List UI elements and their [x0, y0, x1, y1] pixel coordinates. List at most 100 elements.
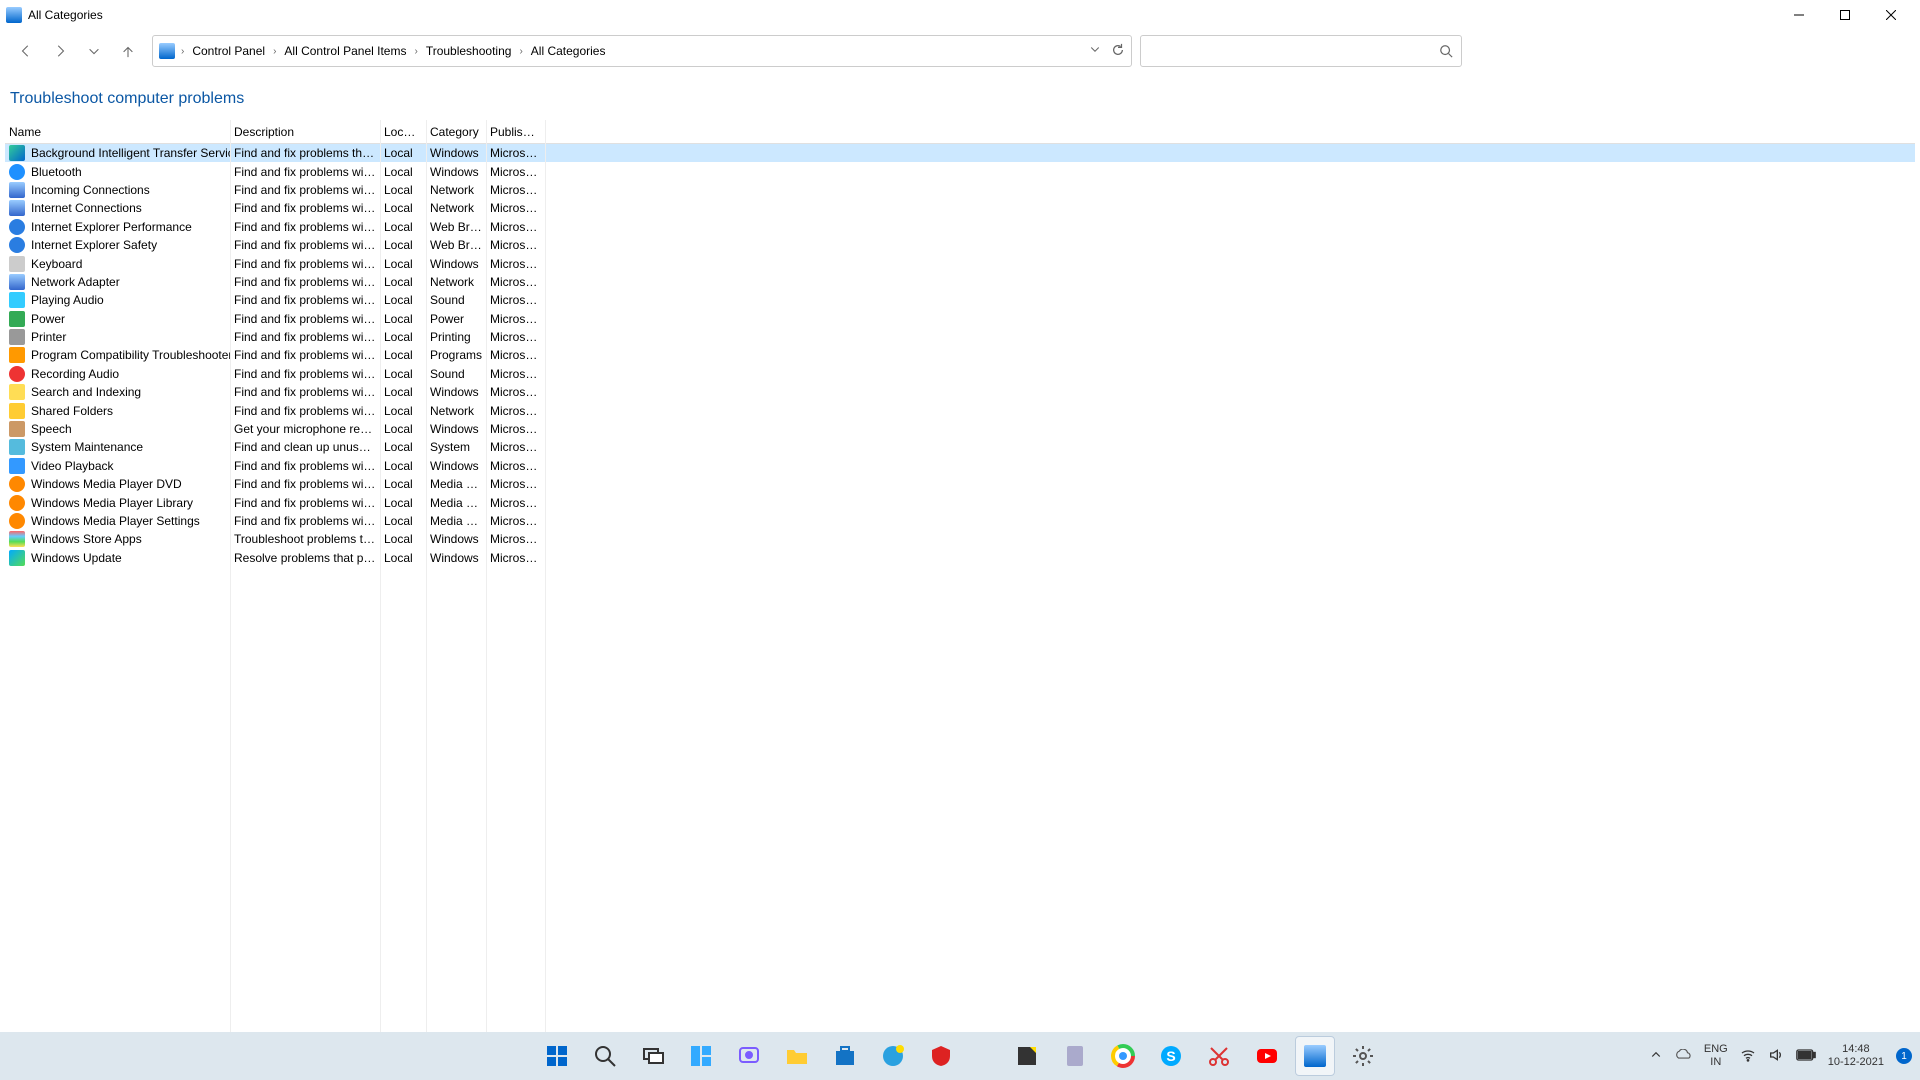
- column-header-category[interactable]: Category: [426, 125, 486, 139]
- row-location: Local: [380, 404, 426, 418]
- row-location: Local: [380, 238, 426, 252]
- chat-button[interactable]: [729, 1036, 769, 1076]
- mcafee-icon[interactable]: [921, 1036, 961, 1076]
- settings-icon[interactable]: [1343, 1036, 1383, 1076]
- clock[interactable]: 14:4810-12-2021: [1828, 1043, 1884, 1069]
- breadcrumb[interactable]: Troubleshooting: [424, 44, 514, 58]
- wifi-icon[interactable]: [1740, 1047, 1756, 1066]
- table-row[interactable]: Windows Media Player DVDFind and fix pro…: [5, 475, 1915, 493]
- table-row[interactable]: PowerFind and fix problems with...LocalP…: [5, 310, 1915, 328]
- table-row[interactable]: Program Compatibility TroubleshooterFind…: [5, 346, 1915, 364]
- table-row[interactable]: Shared FoldersFind and fix problems with…: [5, 401, 1915, 419]
- table-row[interactable]: Playing AudioFind and fix problems with.…: [5, 291, 1915, 309]
- forward-button[interactable]: [44, 35, 76, 67]
- row-name: Windows Store Apps: [31, 532, 142, 546]
- row-publisher: Microso...: [486, 146, 545, 160]
- table-row[interactable]: Network AdapterFind and fix problems wit…: [5, 273, 1915, 291]
- row-location: Local: [380, 514, 426, 528]
- table-row[interactable]: System MaintenanceFind and clean up unus…: [5, 438, 1915, 456]
- breadcrumb[interactable]: Control Panel: [190, 44, 267, 58]
- row-location: Local: [380, 496, 426, 510]
- table-row[interactable]: Background Intelligent Transfer ServiceF…: [5, 144, 1915, 162]
- troubleshooter-icon: [9, 274, 25, 290]
- skype-icon[interactable]: S: [1151, 1036, 1191, 1076]
- troubleshooter-icon: [9, 384, 25, 400]
- troubleshooter-icon: [9, 531, 25, 547]
- table-row[interactable]: Internet Connections Find and fix problem…: [5, 199, 1915, 217]
- column-header-description[interactable]: Description: [230, 125, 380, 139]
- get-help-icon[interactable]: [873, 1036, 913, 1076]
- taskbar-search-button[interactable]: [585, 1036, 625, 1076]
- row-category: Web Bro...: [426, 220, 486, 234]
- notifications-button[interactable]: 1: [1896, 1048, 1912, 1064]
- row-publisher: Microso...: [486, 165, 545, 179]
- troubleshooter-icon: [9, 292, 25, 308]
- back-button[interactable]: [10, 35, 42, 67]
- breadcrumb[interactable]: All Categories: [529, 44, 608, 58]
- row-publisher: Microso...: [486, 532, 545, 546]
- breadcrumb[interactable]: All Control Panel Items: [282, 44, 408, 58]
- column-header-publisher[interactable]: Publisher: [486, 125, 545, 139]
- table-row[interactable]: Search and IndexingFind and fix problems…: [5, 383, 1915, 401]
- row-description: Find and fix problems with...: [230, 201, 380, 215]
- row-publisher: Microso...: [486, 440, 545, 454]
- youtube-icon[interactable]: [1247, 1036, 1287, 1076]
- row-name: Network Adapter: [31, 275, 120, 289]
- control-panel-taskbar-icon[interactable]: [1295, 1036, 1335, 1076]
- table-row[interactable]: Windows UpdateResolve problems that pre.…: [5, 549, 1915, 567]
- table-row[interactable]: PrinterFind and fix problems with...Loca…: [5, 328, 1915, 346]
- row-category: Network: [426, 275, 486, 289]
- task-view-button[interactable]: [633, 1036, 673, 1076]
- row-name: System Maintenance: [31, 440, 143, 454]
- row-location: Local: [380, 330, 426, 344]
- table-row[interactable]: Incoming ConnectionsFind and fix problem…: [5, 181, 1915, 199]
- row-category: Sound: [426, 367, 486, 381]
- refresh-button[interactable]: [1111, 43, 1125, 60]
- row-category: Windows: [426, 422, 486, 436]
- chrome-icon[interactable]: [1103, 1036, 1143, 1076]
- row-description: Find and fix problems with...: [230, 385, 380, 399]
- table-row[interactable]: Windows Store AppsTroubleshoot problems …: [5, 530, 1915, 548]
- table-row[interactable]: Internet Explorer SafetyFind and fix pro…: [5, 236, 1915, 254]
- row-publisher: Microso...: [486, 404, 545, 418]
- table-row[interactable]: Recording AudioFind and fix problems wit…: [5, 365, 1915, 383]
- start-button[interactable]: [537, 1036, 577, 1076]
- maximize-button[interactable]: [1822, 0, 1868, 30]
- minimize-button[interactable]: [1776, 0, 1822, 30]
- row-category: Network: [426, 183, 486, 197]
- widgets-button[interactable]: [681, 1036, 721, 1076]
- language-indicator[interactable]: ENGIN: [1704, 1043, 1728, 1069]
- close-button[interactable]: [1868, 0, 1914, 30]
- column-header-location[interactable]: Locat...: [380, 125, 426, 139]
- up-button[interactable]: [112, 35, 144, 67]
- search-box[interactable]: [1140, 35, 1462, 67]
- table-row[interactable]: KeyboardFind and fix problems with...Loc…: [5, 254, 1915, 272]
- snipping-tool-icon[interactable]: [1199, 1036, 1239, 1076]
- calculator-icon[interactable]: [1055, 1036, 1095, 1076]
- table-row[interactable]: BluetoothFind and fix problems with...Lo…: [5, 162, 1915, 180]
- row-description: Get your microphone read...: [230, 422, 380, 436]
- column-header-name[interactable]: Name: [5, 125, 230, 139]
- table-row[interactable]: Windows Media Player LibraryFind and fix…: [5, 493, 1915, 511]
- sticky-notes-icon[interactable]: [1007, 1036, 1047, 1076]
- recent-dropdown-button[interactable]: [78, 35, 110, 67]
- row-category: Media P...: [426, 514, 486, 528]
- table-row[interactable]: Windows Media Player SettingsFind and fi…: [5, 512, 1915, 530]
- table-row[interactable]: SpeechGet your microphone read...LocalWi…: [5, 420, 1915, 438]
- table-row[interactable]: Internet Explorer PerformanceFind and fi…: [5, 218, 1915, 236]
- table-header: Name Description Locat... Category Publi…: [5, 120, 1915, 144]
- table-row[interactable]: Video PlaybackFind and fix problems with…: [5, 457, 1915, 475]
- troubleshooter-icon: [9, 237, 25, 253]
- volume-icon[interactable]: [1768, 1047, 1784, 1066]
- microsoft-store-button[interactable]: [825, 1036, 865, 1076]
- row-name: Internet Connections: [31, 201, 142, 215]
- file-explorer-button[interactable]: [777, 1036, 817, 1076]
- tray-chevron-icon[interactable]: [1650, 1049, 1662, 1064]
- address-bar[interactable]: › Control Panel › All Control Panel Item…: [152, 35, 1132, 67]
- address-dropdown-button[interactable]: [1089, 43, 1101, 60]
- battery-icon[interactable]: [1796, 1049, 1816, 1064]
- onedrive-icon[interactable]: [1674, 1049, 1692, 1064]
- row-description: Find and fix problems with...: [230, 477, 380, 491]
- troubleshooter-icon: [9, 550, 25, 566]
- row-publisher: Microso...: [486, 220, 545, 234]
